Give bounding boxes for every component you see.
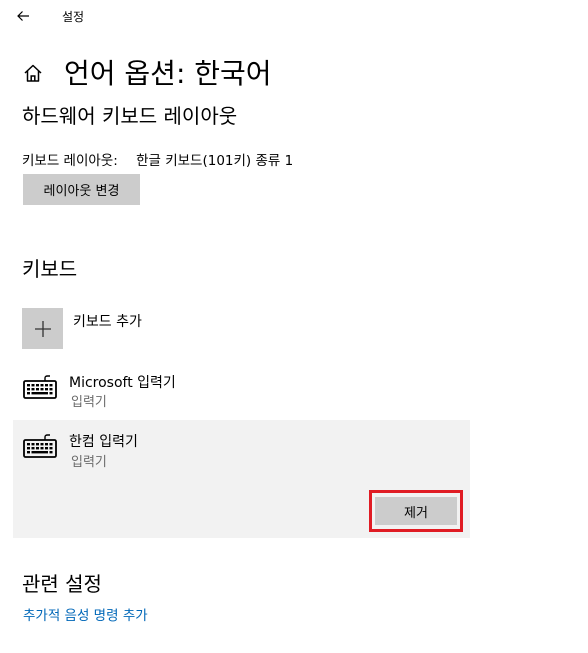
app-title: 설정 <box>62 10 85 24</box>
page-title: 언어 옵션: 한국어 <box>64 57 272 90</box>
keyboard-icon <box>23 375 57 399</box>
keyboard-icon <box>23 434 57 458</box>
add-keyboard-button[interactable]: 키보드 추가 <box>22 308 322 350</box>
keyboard-layout-label: 키보드 레이아웃: <box>22 153 118 169</box>
keyboard-item-type: 입력기 <box>71 455 107 470</box>
change-layout-button[interactable]: 레이아웃 변경 <box>23 174 140 205</box>
title-bar: 설정 <box>0 0 588 32</box>
add-voice-commands-link[interactable]: 추가적 음성 명령 추가 <box>23 604 148 624</box>
remove-keyboard-button[interactable]: 제거 <box>375 497 457 525</box>
plus-icon-box <box>22 308 63 349</box>
plus-icon <box>34 320 51 337</box>
keyboard-item-name: 한컴 입력기 <box>69 434 138 450</box>
remove-button-highlight: 제거 <box>369 490 463 532</box>
keyboard-item-microsoft[interactable]: Microsoft 입력기 입력기 <box>13 363 470 415</box>
settings-window: 설정 언어 옵션: 한국어 하드웨어 키보드 레이아웃 키보드 레이아웃: 한글… <box>0 0 588 653</box>
keyboard-layout-row: 키보드 레이아웃: 한글 키보드(101키) 종류 1 <box>22 149 293 169</box>
add-keyboard-label: 키보드 추가 <box>73 314 142 330</box>
keyboard-layout-value: 한글 키보드(101키) 종류 1 <box>136 153 294 169</box>
back-arrow-icon <box>17 11 29 21</box>
home-icon[interactable] <box>22 62 44 84</box>
keyboard-item-name: Microsoft 입력기 <box>69 375 176 391</box>
hardware-layout-heading: 하드웨어 키보드 레이아웃 <box>22 104 238 128</box>
keyboards-heading: 키보드 <box>22 257 78 281</box>
back-button[interactable] <box>12 5 34 27</box>
keyboard-item-type: 입력기 <box>71 395 107 410</box>
related-settings-heading: 관련 설정 <box>22 572 102 596</box>
